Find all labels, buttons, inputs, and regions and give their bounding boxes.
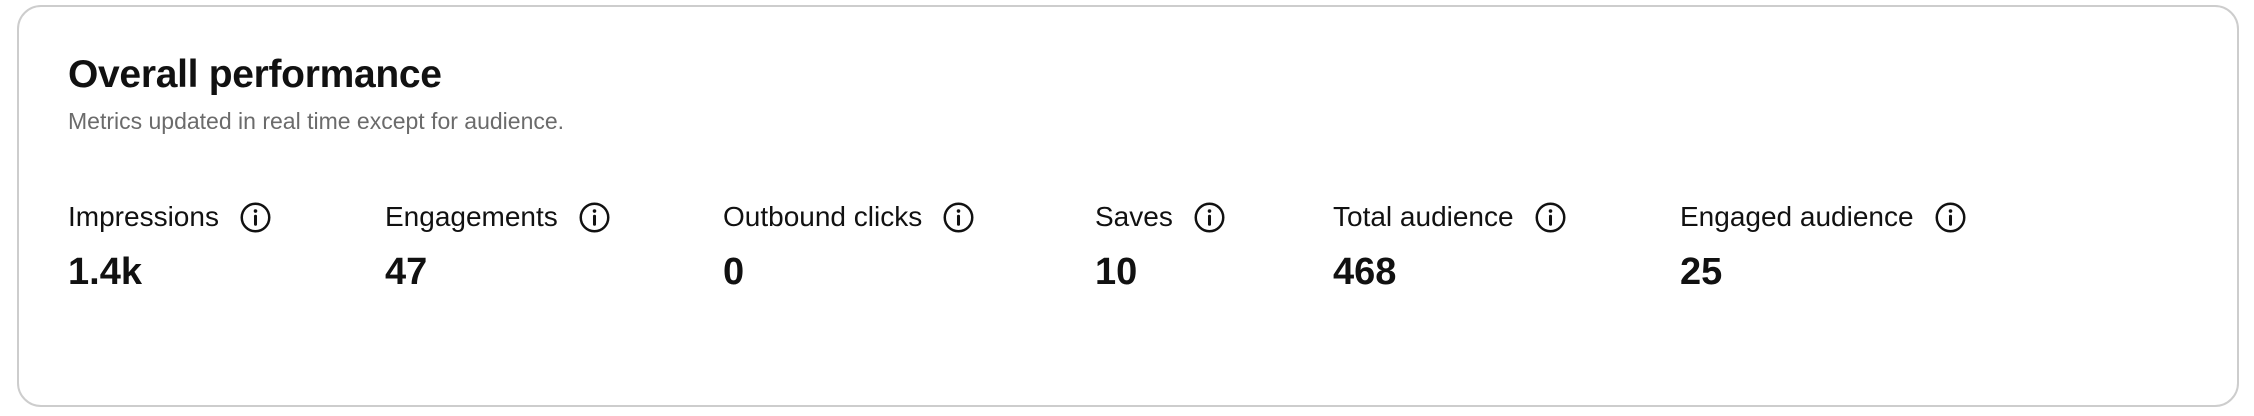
- metric-engaged-audience: Engaged audience 25: [1680, 197, 1967, 294]
- metric-outbound-clicks: Outbound clicks 0: [723, 197, 975, 294]
- info-icon[interactable]: [1534, 201, 1567, 234]
- card-subtitle: Metrics updated in real time except for …: [68, 108, 565, 134]
- info-icon[interactable]: [578, 201, 611, 234]
- metric-label: Engagements: [385, 201, 558, 232]
- metric-value: 47: [385, 251, 428, 293]
- overall-performance-card: Overall performance Metrics updated in r…: [17, 5, 2239, 407]
- metric-value: 0: [723, 251, 745, 293]
- metric-value: 1.4k: [68, 251, 142, 293]
- info-icon[interactable]: [942, 201, 975, 234]
- info-icon[interactable]: [1193, 201, 1226, 234]
- metric-label: Total audience: [1333, 201, 1514, 232]
- metric-label: Outbound clicks: [723, 201, 923, 232]
- info-icon[interactable]: [1934, 201, 1967, 234]
- metric-label: Impressions: [68, 201, 219, 232]
- metric-label: Engaged audience: [1680, 201, 1914, 232]
- metric-saves: Saves 10: [1095, 197, 1226, 294]
- metric-value: 468: [1333, 251, 1397, 293]
- metric-engagements: Engagements 47: [385, 197, 611, 294]
- info-icon[interactable]: [239, 201, 272, 234]
- card-title: Overall performance: [68, 53, 442, 96]
- metric-value: 25: [1680, 251, 1723, 293]
- metric-label: Saves: [1095, 201, 1173, 232]
- metric-impressions: Impressions 1.4k: [68, 197, 272, 294]
- metric-total-audience: Total audience 468: [1333, 197, 1567, 294]
- metric-value: 10: [1095, 251, 1138, 293]
